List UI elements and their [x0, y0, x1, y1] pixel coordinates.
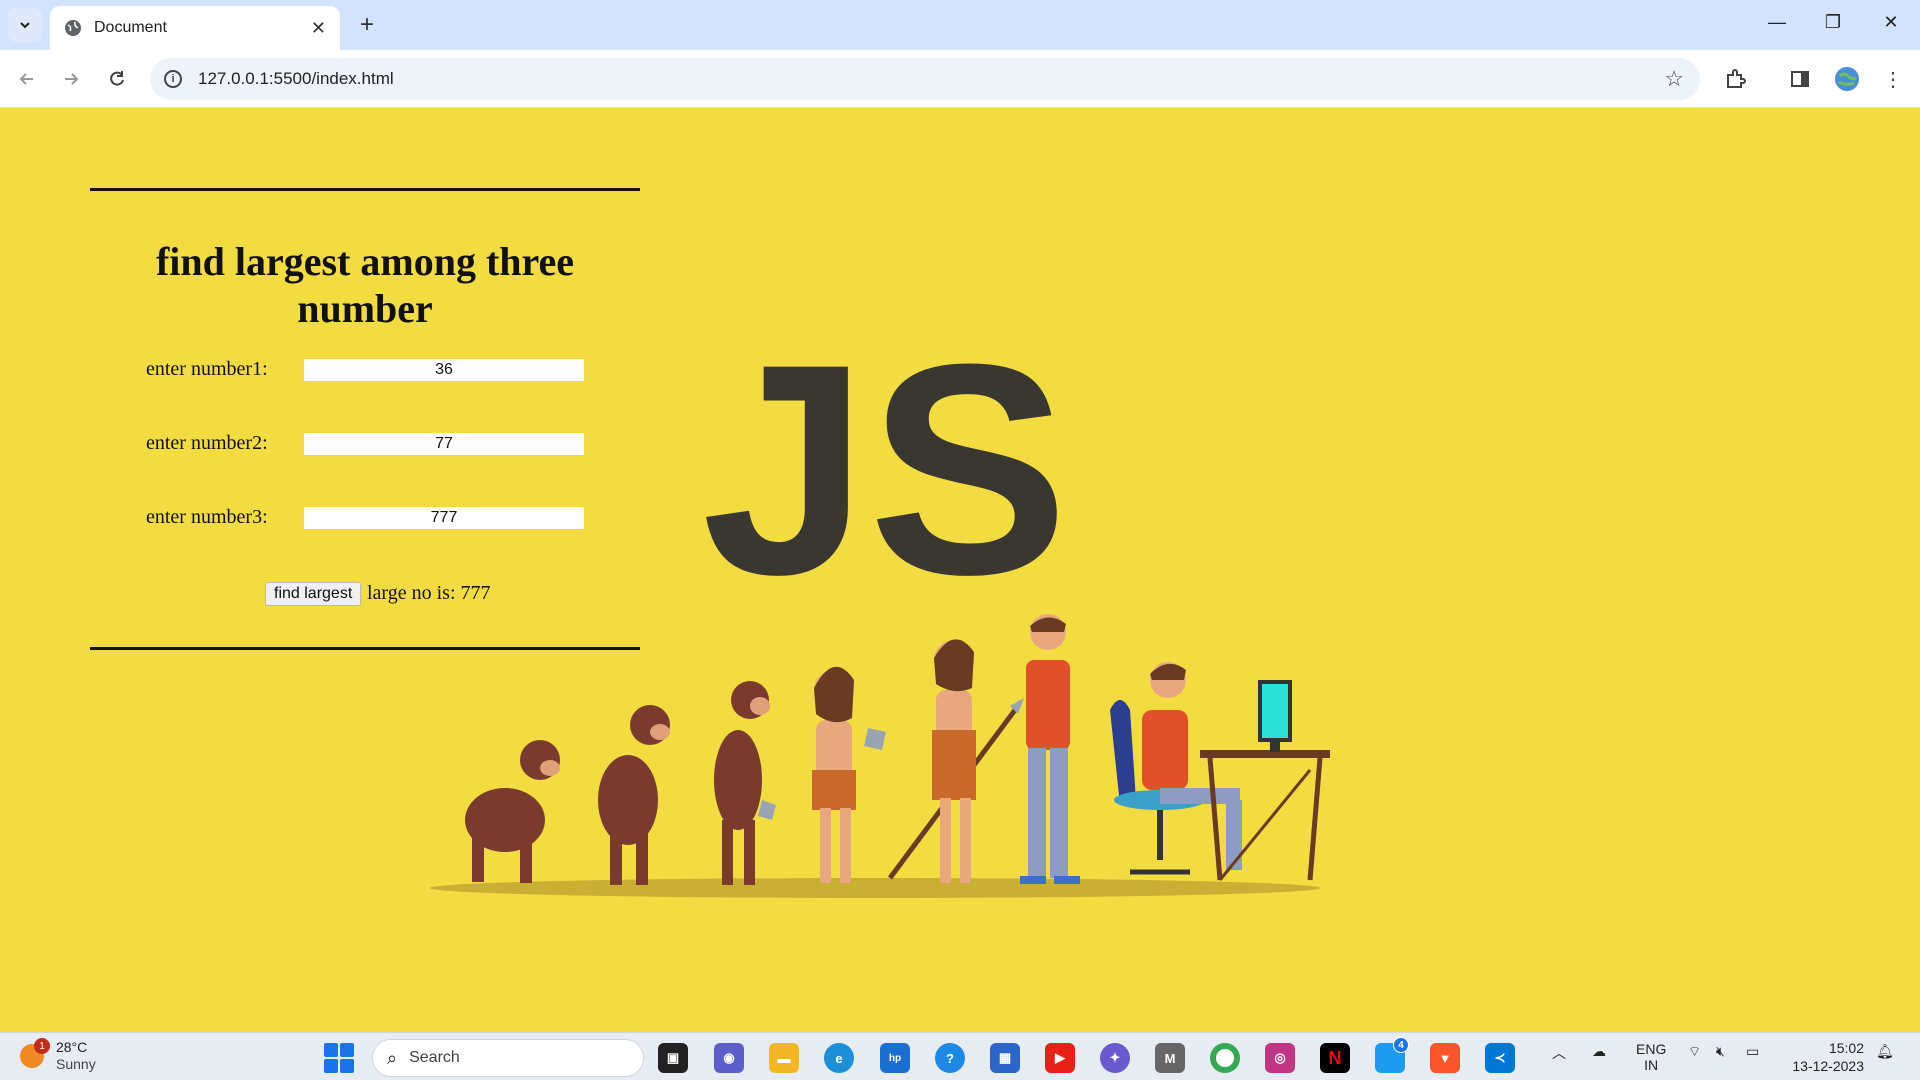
- restore-button[interactable]: ❐: [1818, 12, 1848, 33]
- arrow-left-icon: [19, 73, 33, 85]
- youtube-icon[interactable]: ▶: [1045, 1043, 1075, 1073]
- tab-search-button[interactable]: [8, 8, 42, 42]
- notification-bell-icon[interactable]: 🔔︎: [1876, 1043, 1894, 1060]
- number3-label: enter number3:: [146, 506, 268, 528]
- number2-row: enter number2:: [146, 432, 586, 456]
- volume-muted-icon[interactable]: 🔇︎: [1716, 1043, 1725, 1060]
- weather-widget[interactable]: 1 28°C Sunny: [20, 1038, 96, 1073]
- teams-chat-icon[interactable]: ◉: [714, 1043, 744, 1073]
- number3-input[interactable]: [304, 507, 584, 529]
- bookmark-star-icon[interactable]: ☆: [1664, 66, 1684, 92]
- language-line1: ENG: [1636, 1041, 1667, 1057]
- number1-label: enter number1:: [146, 358, 268, 380]
- vscode-icon[interactable]: ≺: [1485, 1043, 1515, 1073]
- js-logo: JS: [705, 318, 1065, 588]
- sun-icon: 1: [20, 1038, 50, 1068]
- find-largest-button[interactable]: find largest: [265, 582, 362, 606]
- profile-avatar[interactable]: [1834, 66, 1860, 92]
- url-text: 127.0.0.1:5500/index.html: [198, 69, 394, 88]
- language-indicator[interactable]: ENG IN: [1636, 1041, 1666, 1073]
- start-button[interactable]: [324, 1043, 354, 1073]
- reload-button[interactable]: [102, 64, 132, 94]
- chevron-up-icon[interactable]: ︿: [1552, 1043, 1566, 1063]
- ape-figure-2: [598, 705, 670, 885]
- js-logo-text: JS: [705, 318, 1065, 588]
- globe-icon: [65, 20, 81, 36]
- cloud-icon[interactable]: ☁: [1592, 1043, 1606, 1060]
- windows-taskbar: 1 28°C Sunny ⌕ Search ▣ ◉ ▬ e hp ? ▦ ▶ ✦…: [0, 1032, 1920, 1080]
- new-tab-button[interactable]: +: [352, 10, 382, 40]
- search-icon: ⌕: [387, 1047, 398, 1068]
- battery-icon[interactable]: ▭: [1746, 1043, 1759, 1060]
- browser-toolbar: i 127.0.0.1:5500/index.html ☆ ⋮: [0, 50, 1920, 108]
- help-icon[interactable]: ?: [935, 1043, 965, 1073]
- forward-button[interactable]: [56, 64, 86, 94]
- brave-icon[interactable]: ▼: [1430, 1043, 1460, 1073]
- page-title-line1: find largest among three: [155, 239, 575, 284]
- back-button[interactable]: [12, 64, 42, 94]
- address-bar[interactable]: i 127.0.0.1:5500/index.html ☆: [150, 58, 1700, 100]
- copilot-icon[interactable]: ✦: [1100, 1043, 1130, 1073]
- file-explorer-icon[interactable]: ▬: [769, 1043, 799, 1073]
- extensions-icon[interactable]: [1722, 66, 1748, 92]
- taskbar-search-label: Search: [409, 1049, 460, 1066]
- edge-icon[interactable]: e: [824, 1043, 854, 1073]
- page-title: find largest among three number: [90, 238, 640, 332]
- wifi-icon[interactable]: ⌔: [1688, 1043, 1701, 1061]
- tab-title: Document: [94, 19, 167, 36]
- weather-desc: Sunny: [56, 1056, 96, 1072]
- task-view-icon[interactable]: ▣: [658, 1043, 688, 1073]
- tab-document[interactable]: Document ✕: [50, 6, 340, 50]
- taskbar-search[interactable]: ⌕ Search: [372, 1039, 644, 1077]
- number3-row: enter number3:: [146, 506, 586, 530]
- ape-figure-1: [465, 740, 560, 883]
- twitter-badge: 4: [1393, 1037, 1409, 1053]
- result-text: large no is: 777: [367, 582, 491, 604]
- caveman-figure-2: [887, 639, 1024, 883]
- caveman-figure-1: [812, 666, 886, 883]
- minimize-button[interactable]: —: [1762, 12, 1792, 33]
- weather-badge: 1: [34, 1038, 50, 1054]
- standing-man-figure: [1020, 614, 1080, 884]
- weather-temp: 28°C: [56, 1039, 88, 1055]
- programmer-figure: [1110, 662, 1330, 881]
- clock-date: 13-12-2023: [1792, 1058, 1864, 1074]
- page-title-line2: number: [297, 286, 433, 331]
- clock[interactable]: 15:02 13-12-2023: [1784, 1039, 1864, 1075]
- language-line2: IN: [1644, 1057, 1659, 1073]
- menu-icon[interactable]: ⋮: [1880, 66, 1906, 92]
- chrome-icon[interactable]: [1210, 1043, 1240, 1073]
- side-panel-icon[interactable]: [1787, 66, 1813, 92]
- myhp-icon[interactable]: hp: [880, 1043, 910, 1073]
- netflix-icon[interactable]: N: [1320, 1043, 1350, 1073]
- clock-time: 15:02: [1828, 1040, 1864, 1056]
- store-icon[interactable]: ▦: [990, 1043, 1020, 1073]
- close-window-button[interactable]: ✕: [1876, 12, 1906, 33]
- number2-label: enter number2:: [146, 432, 268, 454]
- number1-row: enter number1:: [146, 358, 586, 382]
- top-divider: [90, 188, 640, 191]
- site-info-icon[interactable]: i: [164, 70, 182, 88]
- reload-icon: [110, 71, 124, 86]
- m-app-icon[interactable]: M: [1155, 1043, 1185, 1073]
- tab-close-icon[interactable]: ✕: [311, 18, 326, 39]
- browser-tab-bar: Document ✕ + — ❐ ✕: [0, 0, 1920, 50]
- number1-input[interactable]: [304, 359, 584, 381]
- instagram-icon[interactable]: ◎: [1265, 1043, 1295, 1073]
- chevron-down-icon: [20, 22, 30, 29]
- hominid-figure: [714, 681, 776, 885]
- twitter-icon[interactable]: 4: [1375, 1037, 1409, 1073]
- human-evolution-illustration: [430, 614, 1330, 898]
- ground-shadow: [430, 878, 1320, 898]
- number2-input[interactable]: [304, 433, 584, 455]
- arrow-right-icon: [65, 73, 79, 85]
